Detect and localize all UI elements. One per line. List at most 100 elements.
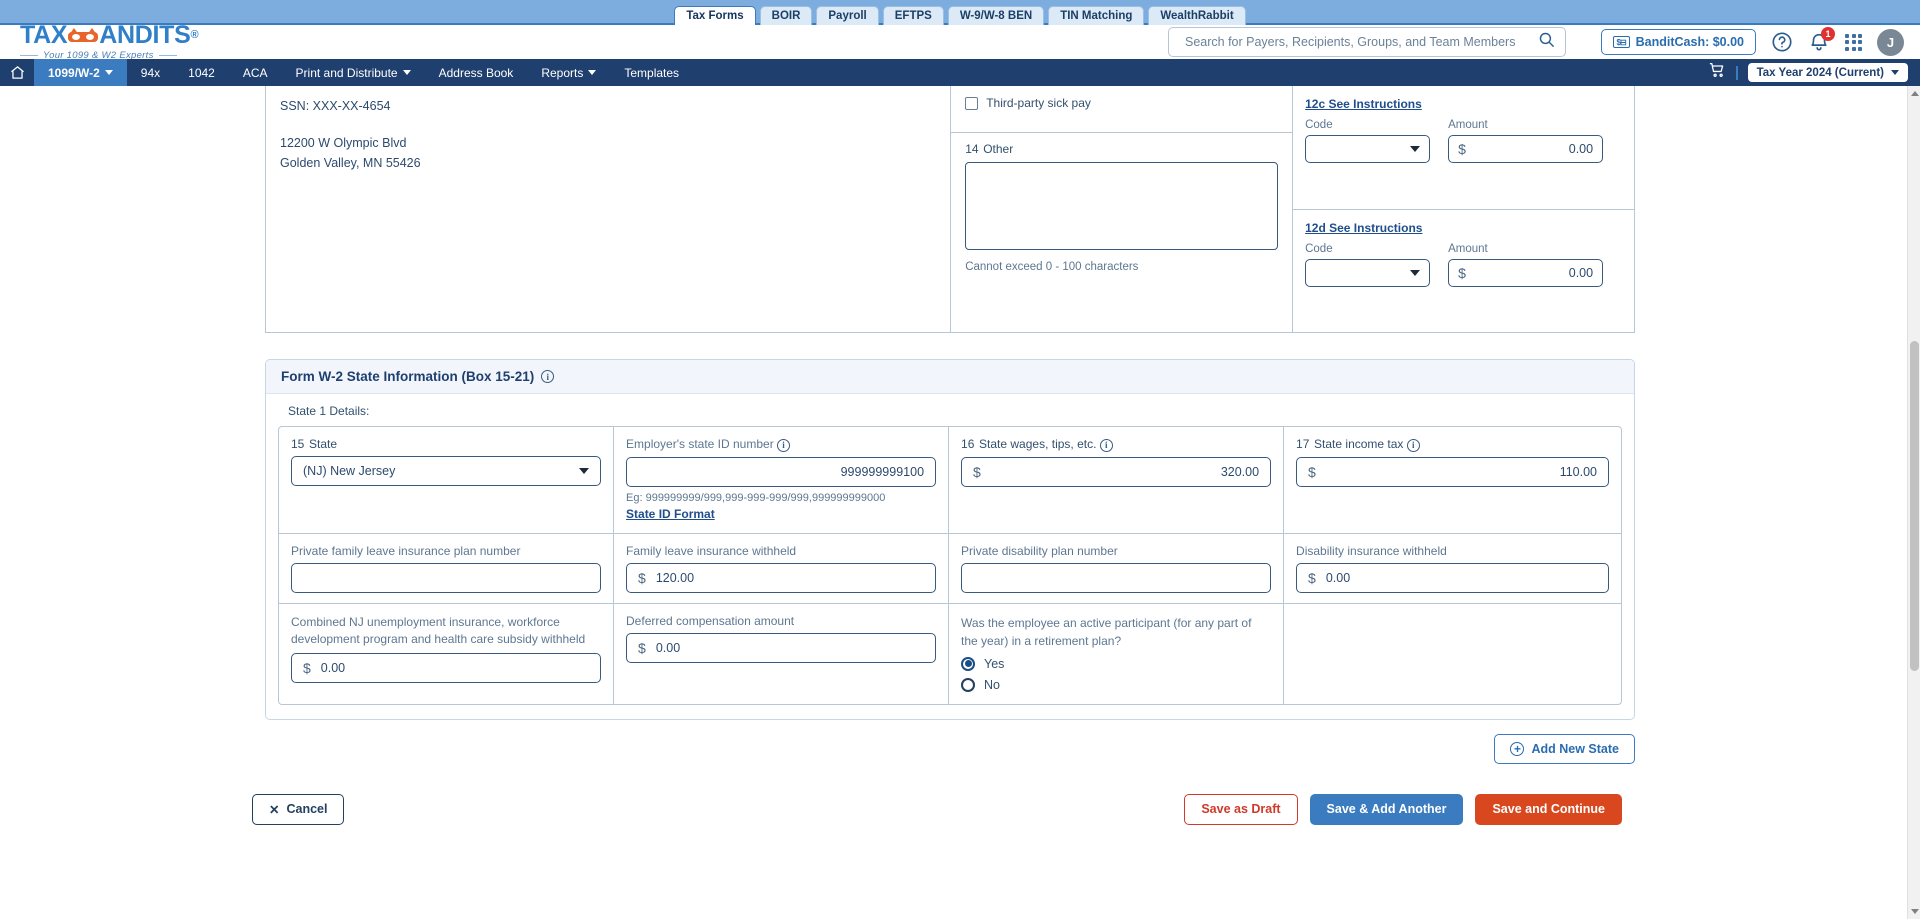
nav-item-94x[interactable]: 94x bbox=[127, 59, 174, 86]
box12d-code-select[interactable] bbox=[1305, 258, 1431, 287]
search-icon[interactable] bbox=[1538, 31, 1555, 53]
state-information-title: Form W-2 State Information (Box 15-21) bbox=[281, 369, 535, 384]
info-icon[interactable]: i bbox=[1099, 438, 1113, 452]
search-input[interactable] bbox=[1183, 34, 1538, 50]
state-id-format-link[interactable]: State ID Format bbox=[626, 507, 715, 521]
box14-other-textarea[interactable] bbox=[965, 162, 1279, 250]
avatar[interactable]: J bbox=[1877, 28, 1904, 56]
nav-item-address-book[interactable]: Address Book bbox=[425, 59, 528, 86]
box12c-instructions-link[interactable]: 12c See Instructions bbox=[1305, 97, 1422, 111]
family-leave-withheld-input[interactable]: $ 120.00 bbox=[626, 562, 937, 593]
family-leave-withheld-value: 120.00 bbox=[655, 570, 695, 585]
nav-item-1099-w2[interactable]: 1099/W-2 bbox=[34, 59, 127, 86]
box12d-instructions-link[interactable]: 12d See Instructions bbox=[1305, 221, 1422, 235]
logo-text-tax: TAX bbox=[20, 21, 68, 49]
disability-withheld-input[interactable]: $ 0.00 bbox=[1296, 562, 1610, 593]
third-party-sick-pay-row[interactable]: Third-party sick pay bbox=[951, 86, 1293, 133]
retirement-yes-label: Yes bbox=[984, 656, 1005, 671]
state-select-value: (NJ) New Jersey bbox=[303, 464, 396, 478]
scroll-down-icon[interactable] bbox=[1911, 909, 1919, 914]
box12d-fields: Code Amount $ 0.00 bbox=[1305, 243, 1622, 287]
tab-boir[interactable]: BOIR bbox=[759, 6, 813, 25]
tab-w9-w8ben[interactable]: W-9/W-8 BEN bbox=[947, 6, 1045, 25]
currency-icon: $ bbox=[638, 639, 646, 656]
state-wages-cell: 16 State wages, tips, etc. i $ 320.00 bbox=[949, 427, 1285, 533]
private-family-leave-input[interactable] bbox=[291, 562, 602, 593]
deferred-comp-input[interactable]: $ 0.00 bbox=[626, 632, 937, 663]
cancel-button[interactable]: ✕ Cancel bbox=[252, 793, 345, 825]
cart-icon[interactable] bbox=[1708, 61, 1726, 84]
employer-state-id-input[interactable]: 999999999100 bbox=[626, 456, 937, 487]
box14-hint: Cannot exceed 0 - 100 characters bbox=[965, 261, 1139, 273]
state-label-text: State bbox=[309, 437, 338, 451]
nav-item-aca[interactable]: ACA bbox=[229, 59, 282, 86]
tax-year-selector[interactable]: Tax Year 2024 (Current) bbox=[1747, 63, 1908, 82]
retirement-plan-yes-option[interactable]: Yes bbox=[961, 656, 1271, 671]
save-as-draft-button[interactable]: Save as Draft bbox=[1184, 793, 1298, 825]
nav-item-print-and-distribute[interactable]: Print and Distribute bbox=[282, 59, 425, 86]
combined-nj-value: 0.00 bbox=[320, 661, 346, 676]
combined-nj-cell: Combined NJ unemployment insurance, work… bbox=[279, 603, 615, 704]
taxbandits-logo[interactable]: TAX ANDITS ® Your 1099 & W2 Experts bbox=[20, 21, 199, 61]
scrollbar-thumb[interactable] bbox=[1910, 341, 1919, 671]
state-income-tax-cell: 17 State income tax i $ 110.00 bbox=[1284, 427, 1621, 533]
box12-cells: 12c See Instructions Code Amount $ 0.00 … bbox=[1293, 86, 1634, 332]
help-icon[interactable] bbox=[1771, 31, 1793, 53]
box12c-amount-input[interactable]: $ 0.00 bbox=[1448, 135, 1604, 163]
scroll-up-icon[interactable] bbox=[1911, 91, 1919, 96]
banditcash-label: BanditCash: $0.00 bbox=[1635, 35, 1744, 49]
info-icon[interactable]: i bbox=[777, 438, 791, 452]
box12c-amount-value: 0.00 bbox=[1568, 142, 1594, 156]
save-and-add-another-button[interactable]: Save & Add Another bbox=[1309, 793, 1464, 825]
box14-label: Other bbox=[983, 142, 1014, 156]
w2-upper-grid: SSN: XXX-XX-4654 12200 W Olympic Blvd Go… bbox=[265, 86, 1635, 333]
employer-state-id-label: Employer's state ID number i bbox=[626, 437, 936, 452]
radio-yes[interactable] bbox=[961, 656, 976, 671]
radio-no[interactable] bbox=[961, 677, 976, 692]
state-row3-empty-cell bbox=[1284, 604, 1621, 704]
page-scrollbar[interactable] bbox=[1907, 86, 1920, 919]
info-icon[interactable]: i bbox=[541, 370, 555, 383]
box12d-amount-value: 0.00 bbox=[1568, 265, 1594, 280]
chevron-down-icon bbox=[1410, 146, 1421, 152]
save-and-continue-button[interactable]: Save and Continue bbox=[1475, 793, 1622, 825]
nav-label-reports: Reports bbox=[541, 65, 584, 80]
third-party-sick-pay-checkbox[interactable] bbox=[965, 97, 979, 110]
currency-icon: $ bbox=[1458, 264, 1466, 281]
nav-item-1042[interactable]: 1042 bbox=[174, 59, 229, 86]
state-select[interactable]: (NJ) New Jersey bbox=[291, 456, 602, 486]
box12c-fields: Code Amount $ 0.00 bbox=[1305, 119, 1622, 163]
banditcash-button[interactable]: $⊟ BanditCash: $0.00 bbox=[1600, 29, 1756, 55]
state-wages-input[interactable]: $ 320.00 bbox=[961, 456, 1272, 487]
add-new-state-button[interactable]: + Add New State bbox=[1494, 733, 1635, 764]
apps-grid-icon[interactable] bbox=[1845, 33, 1862, 51]
box14-label-row: 14 Other bbox=[965, 142, 1278, 156]
box12d-amount-field: Amount $ 0.00 bbox=[1448, 243, 1604, 287]
deferred-comp-cell: Deferred compensation amount $ 0.00 bbox=[614, 603, 950, 704]
box12d-amount-input[interactable]: $ 0.00 bbox=[1448, 258, 1604, 287]
state-wages-label: 16 State wages, tips, etc. i bbox=[961, 437, 1271, 452]
tab-tax-forms[interactable]: Tax Forms bbox=[674, 6, 756, 25]
nav-item-reports[interactable]: Reports bbox=[527, 59, 610, 86]
state-box-number: 15 bbox=[291, 437, 305, 451]
notifications-bell-icon[interactable]: 1 bbox=[1808, 27, 1835, 53]
nav-item-templates[interactable]: Templates bbox=[610, 59, 693, 86]
retirement-plan-no-option[interactable]: No bbox=[961, 677, 1271, 692]
box12c-code-select[interactable] bbox=[1305, 135, 1431, 163]
info-icon[interactable]: i bbox=[1406, 438, 1420, 452]
combined-nj-input[interactable]: $ 0.00 bbox=[291, 653, 602, 684]
home-icon[interactable] bbox=[0, 59, 34, 86]
chevron-down-icon bbox=[402, 70, 411, 75]
tab-tin-matching[interactable]: TIN Matching bbox=[1048, 6, 1145, 25]
main-navigation: 1099/W-2 94x 1042 ACA Print and Distribu… bbox=[0, 59, 1920, 86]
notification-badge: 1 bbox=[1821, 27, 1835, 41]
box12c-code-label: Code bbox=[1305, 119, 1333, 131]
global-search[interactable] bbox=[1168, 27, 1566, 57]
state-income-tax-input[interactable]: $ 110.00 bbox=[1296, 456, 1610, 487]
tab-wealthrabbit[interactable]: WealthRabbit bbox=[1148, 6, 1246, 25]
private-disability-input[interactable] bbox=[961, 562, 1272, 593]
tab-eftps[interactable]: EFTPS bbox=[882, 6, 944, 25]
employee-address-line2: Golden Valley, MN 55426 bbox=[280, 156, 421, 171]
tab-payroll[interactable]: Payroll bbox=[816, 6, 879, 25]
state-wages-label-text: State wages, tips, etc. bbox=[979, 437, 1097, 451]
